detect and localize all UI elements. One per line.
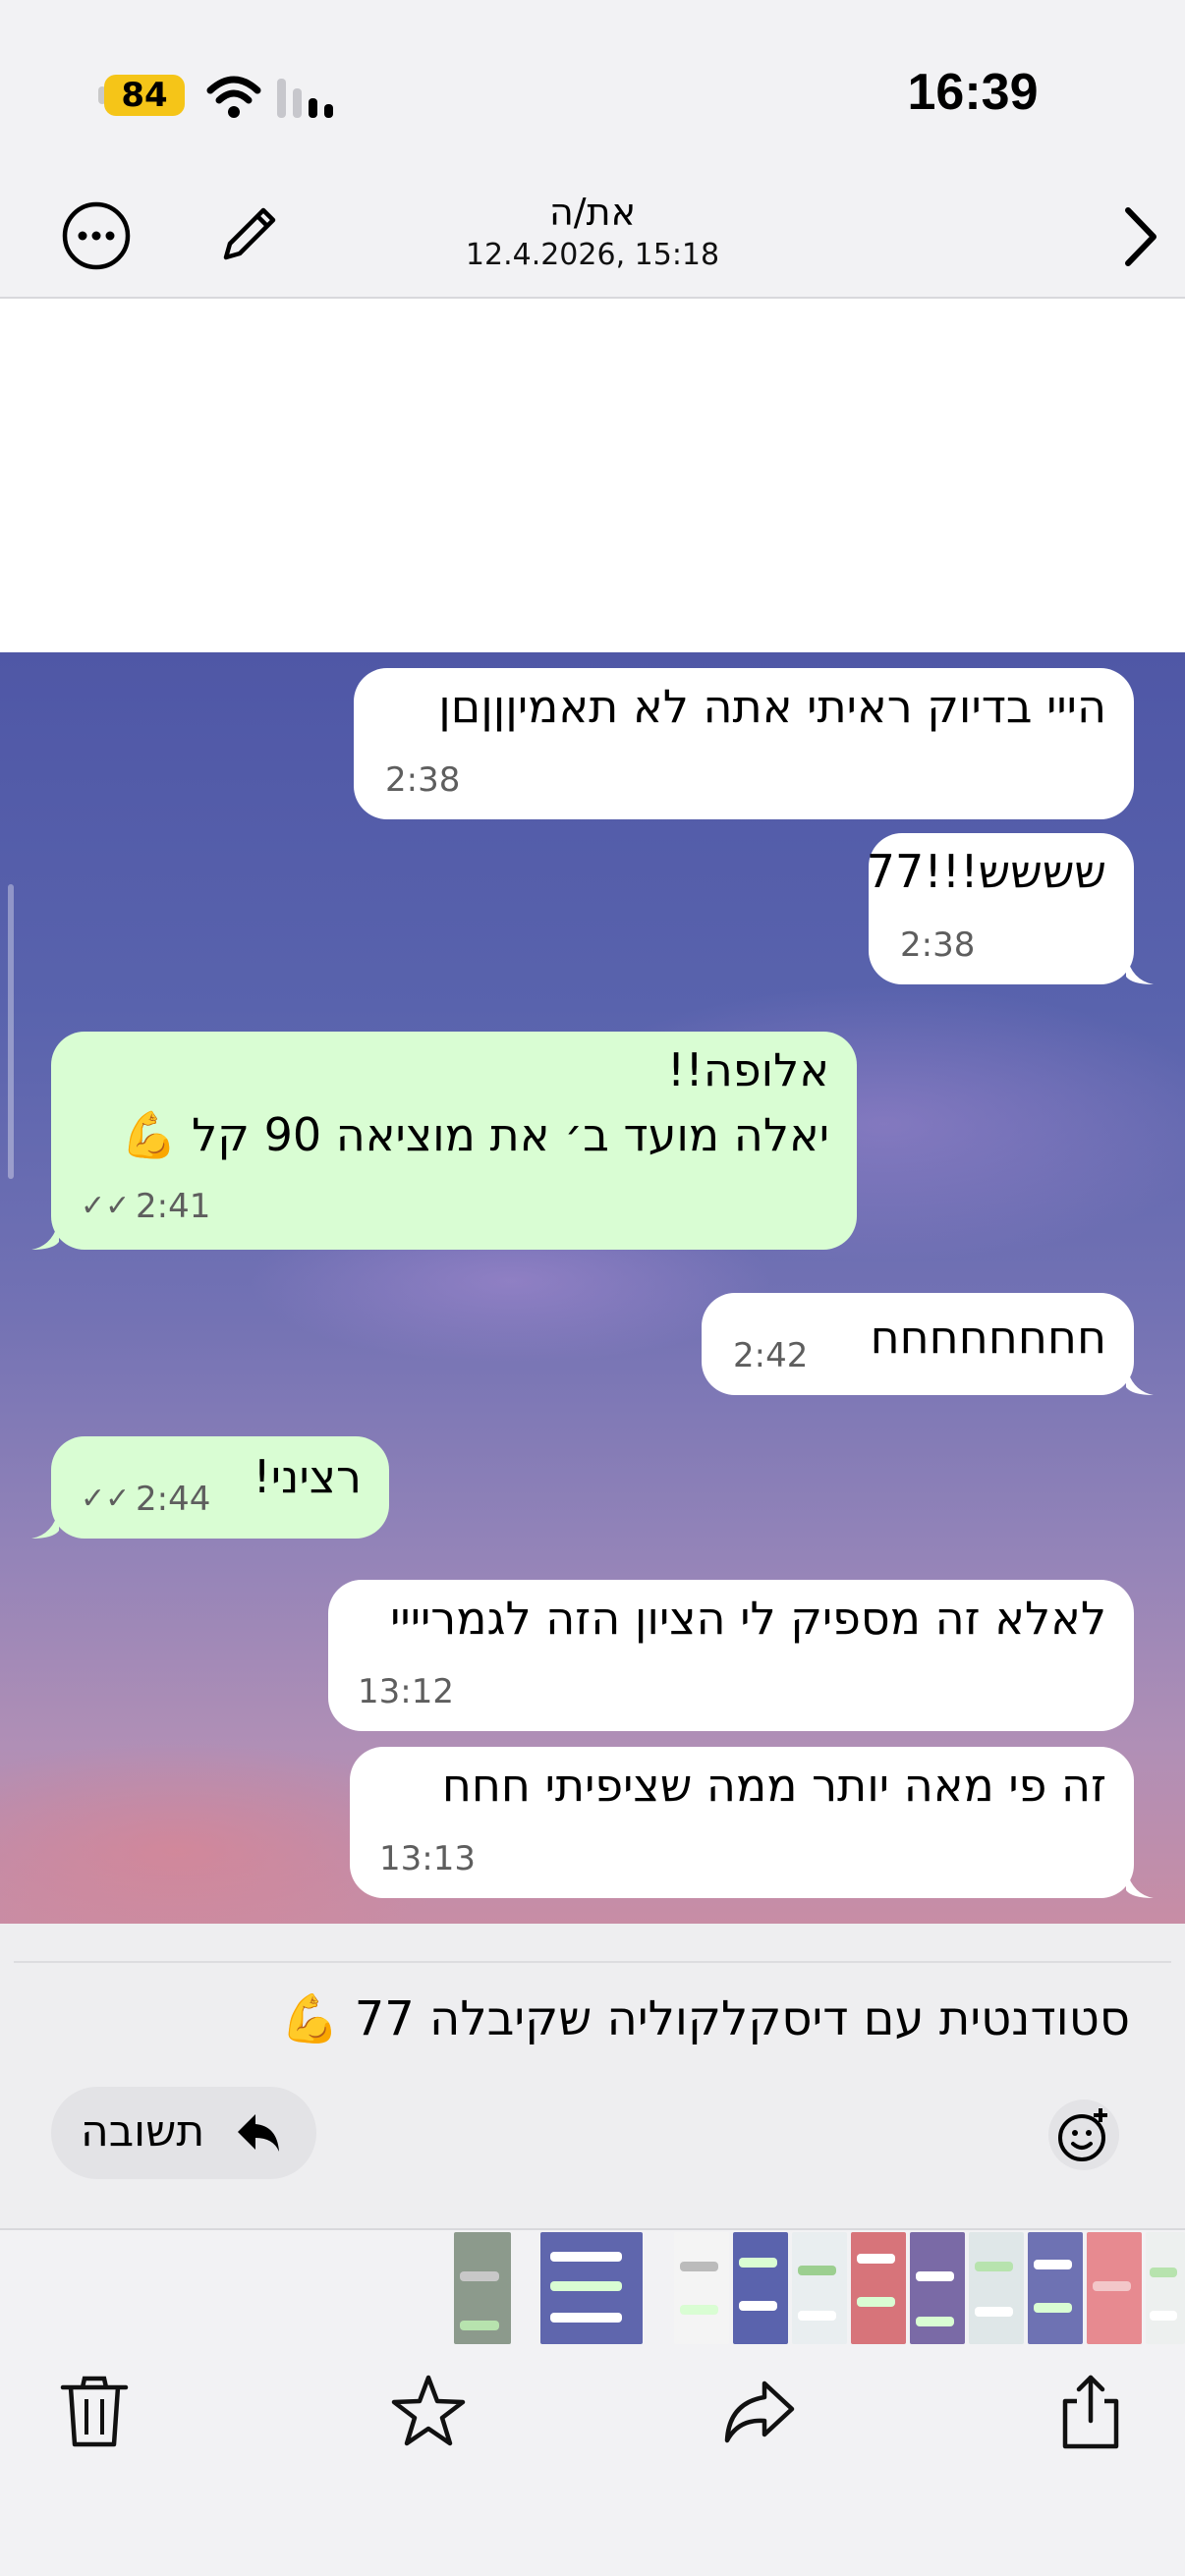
message-bubble[interactable]: שששש!!!77 2:38 bbox=[866, 833, 1134, 984]
trash-icon[interactable] bbox=[55, 2372, 134, 2450]
message-bubble[interactable]: לאלא זה מספיק לי הציון הזה לגמריייי 13:1… bbox=[328, 1580, 1134, 1731]
bubble-tail bbox=[1126, 1869, 1154, 1898]
thumbnail[interactable] bbox=[969, 2232, 1024, 2344]
thumbnail[interactable] bbox=[674, 2232, 729, 2344]
blank-area bbox=[0, 299, 1185, 652]
message-text: שששש!!!77 bbox=[866, 845, 1106, 898]
thumbnail[interactable] bbox=[454, 2232, 511, 2344]
bubble-tail bbox=[1126, 955, 1154, 984]
quoted-text: סטודנטית עם דיסקלקוליה שקיבלה 77 💪 bbox=[280, 1991, 1130, 2046]
message-time: 2:41 bbox=[136, 1187, 211, 1226]
bubble-tail bbox=[1126, 1366, 1154, 1395]
message-bubble[interactable]: רציני! ✓✓ 2:44 bbox=[51, 1436, 389, 1539]
more-icon[interactable] bbox=[61, 200, 132, 271]
status-bar: 84 16:39 bbox=[0, 0, 1185, 177]
read-receipt-icon: ✓✓ bbox=[81, 1189, 131, 1223]
thumbnail-strip[interactable] bbox=[0, 2228, 1185, 2348]
share-icon[interactable] bbox=[1051, 2372, 1130, 2450]
message-text: לאלא זה מספיק לי הציון הזה לגמריייי bbox=[390, 1592, 1106, 1645]
message-text: הייי בדיוק ראיתי אתה לא תאמיןןןםן bbox=[438, 680, 1106, 733]
thumbnail[interactable] bbox=[1146, 2232, 1185, 2344]
divider bbox=[14, 1961, 1171, 1963]
thumbnail[interactable] bbox=[1028, 2232, 1083, 2344]
chevron-right-icon[interactable] bbox=[1110, 200, 1169, 273]
message-text-line2: יאלה מועד ב׳ את מוציאה 90 קל 💪 bbox=[121, 1108, 829, 1161]
reply-label: תשובה bbox=[81, 2106, 205, 2156]
edit-icon[interactable] bbox=[216, 200, 283, 267]
status-time: 16:39 bbox=[907, 64, 1039, 121]
star-icon[interactable] bbox=[389, 2372, 468, 2450]
message-time: 2:44 bbox=[136, 1480, 211, 1519]
thumbnail[interactable] bbox=[792, 2232, 847, 2344]
message-text: רציני! bbox=[253, 1450, 362, 1503]
bubble-tail bbox=[31, 1509, 59, 1539]
message-time: 2:38 bbox=[900, 925, 976, 965]
page-subtitle: 12.4.2026, 15:18 bbox=[465, 238, 720, 272]
thumbnail[interactable] bbox=[540, 2232, 643, 2344]
message-bubble[interactable]: זה פי מאה יותר ממה שציפיתי חחח 13:13 bbox=[350, 1747, 1134, 1898]
bubble-tail bbox=[31, 1220, 59, 1250]
message-text: חחחחחחחח bbox=[870, 1311, 1106, 1364]
message-time: 2:42 bbox=[733, 1336, 809, 1375]
thumbnail[interactable] bbox=[733, 2232, 788, 2344]
reply-button[interactable]: תשובה bbox=[51, 2087, 316, 2179]
battery-indicator: 84 bbox=[104, 75, 185, 116]
forward-icon[interactable] bbox=[719, 2372, 798, 2450]
message-bubble[interactable]: חחחחחחחח 2:42 bbox=[702, 1293, 1134, 1395]
message-time: 13:12 bbox=[358, 1672, 454, 1711]
wifi-icon bbox=[206, 76, 261, 118]
message-bubble[interactable]: אלופה!! יאלה מועד ב׳ את מוציאה 90 קל 💪 ✓… bbox=[51, 1032, 857, 1250]
thumbnail[interactable] bbox=[910, 2232, 965, 2344]
thumbnail[interactable] bbox=[851, 2232, 906, 2344]
message-bubble[interactable]: הייי בדיוק ראיתי אתה לא תאמיןןןםן 2:38 bbox=[354, 668, 1134, 819]
page-title: את/ה bbox=[548, 191, 636, 234]
reply-arrow-icon bbox=[238, 2114, 279, 2152]
signal-icon bbox=[277, 79, 333, 118]
message-time: 13:13 bbox=[379, 1839, 476, 1878]
thumbnail[interactable] bbox=[1087, 2232, 1142, 2344]
message-time: 2:38 bbox=[385, 760, 461, 800]
nav-bar: את/ה 12.4.2026, 15:18 bbox=[0, 177, 1185, 299]
scroll-indicator bbox=[8, 884, 14, 1179]
emoji-add-icon[interactable] bbox=[1047, 2099, 1120, 2171]
message-text: אלופה!! bbox=[666, 1043, 829, 1096]
quoted-message-panel: סטודנטית עם דיסקלקוליה שקיבלה 77 💪 תשובה bbox=[0, 1924, 1185, 2228]
chat-area[interactable]: הייי בדיוק ראיתי אתה לא תאמיןןןםן 2:38 ש… bbox=[0, 652, 1185, 1924]
read-receipt-icon: ✓✓ bbox=[81, 1482, 131, 1516]
message-text: זה פי מאה יותר ממה שציפיתי חחח bbox=[441, 1759, 1106, 1812]
bottom-toolbar bbox=[0, 2348, 1185, 2576]
